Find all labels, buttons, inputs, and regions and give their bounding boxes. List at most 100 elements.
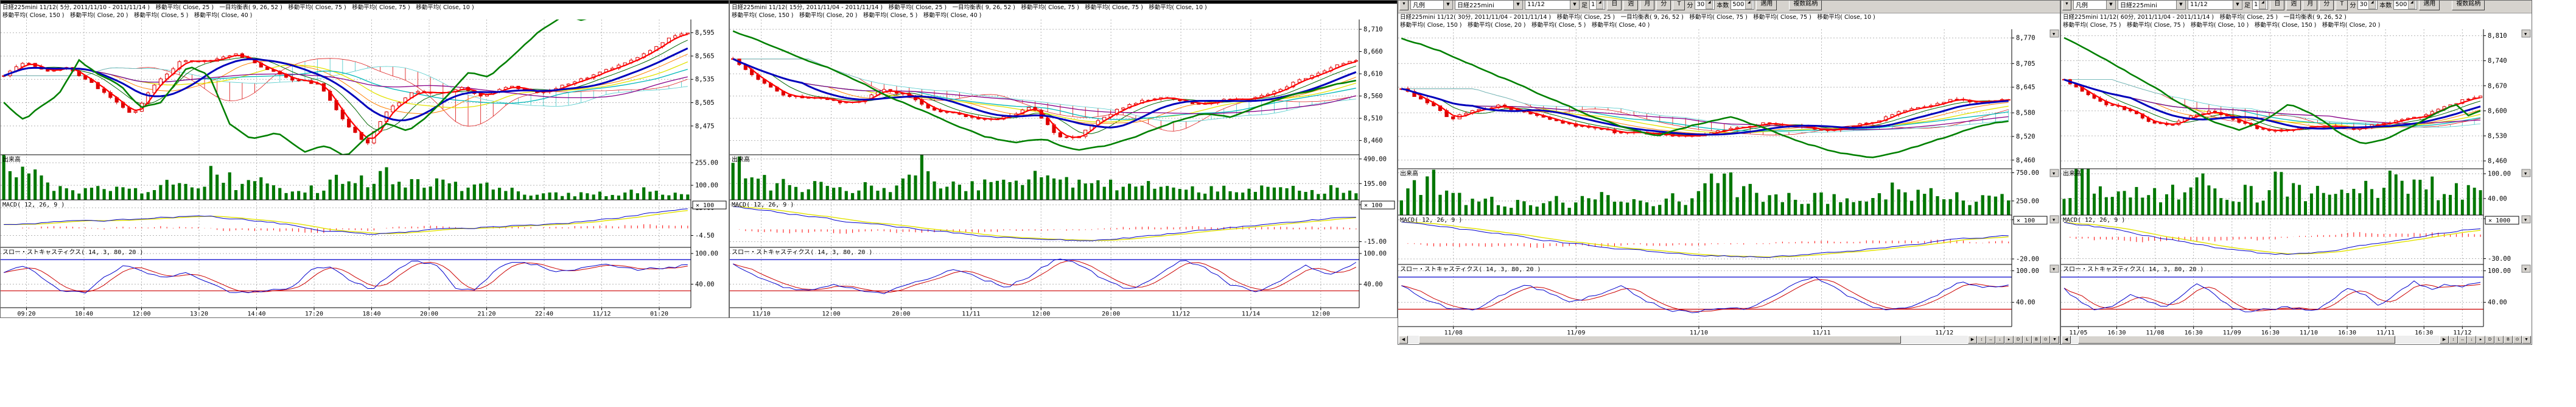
- volume-bar: [1813, 193, 1816, 215]
- volume-bar: [1115, 190, 1118, 200]
- chart-tool-button-6[interactable]: B: [2504, 336, 2513, 344]
- date-dropdown[interactable]: 11/12▼: [1525, 1, 1580, 10]
- chart-tool-button-7[interactable]: ⊙: [2041, 336, 2050, 344]
- horizontal-scrollbar[interactable]: ◀ ▶↕↔↓▸DLB⊙▼: [2062, 336, 2531, 344]
- chart-tool-button-1[interactable]: ↔: [1986, 336, 1995, 344]
- price-chart-canvas[interactable]: 11/1012:0020:0011/1112:0020:0011/1211/14…: [730, 19, 1397, 317]
- symbol-dropdown[interactable]: 日経225mini▼: [2118, 1, 2186, 10]
- stochastics-pane[interactable]: [2061, 277, 2483, 312]
- bar-value-stepper[interactable]: 1◢: [2252, 1, 2268, 10]
- macd-pane[interactable]: [2064, 222, 2480, 255]
- volume-bar: [629, 189, 632, 200]
- volume-pane[interactable]: [1400, 170, 2011, 215]
- multi-symbol-button[interactable]: 複数銘柄: [1789, 1, 1822, 10]
- bar-count-stepper[interactable]: 500◢: [2393, 1, 2417, 10]
- candle-body: [1065, 137, 1068, 138]
- apply-button[interactable]: 適用: [1756, 1, 1777, 10]
- price-chart-canvas[interactable]: 09:2010:4012:0013:2014:4017:2018:4020:00…: [1, 19, 729, 317]
- volume-bar: [373, 184, 376, 200]
- volume-pane[interactable]: [2062, 163, 2482, 215]
- chart-tool-button-7[interactable]: ⊙: [2513, 336, 2522, 344]
- volume-bar: [1406, 188, 1409, 215]
- volume-bar: [128, 189, 131, 200]
- stochastics-pane[interactable]: [730, 259, 1359, 294]
- price-pane[interactable]: [1400, 38, 2011, 157]
- volume-bar: [2437, 200, 2440, 215]
- chart-tool-button-5[interactable]: L: [2494, 336, 2504, 344]
- bar-count-stepper[interactable]: 500◢: [1731, 1, 1754, 10]
- scroll-left-button[interactable]: ◀: [1399, 336, 1408, 344]
- chart-tool-button-2[interactable]: ↓: [1995, 336, 2004, 344]
- period-button-2[interactable]: 月: [2303, 1, 2317, 10]
- volume-bar: [617, 196, 620, 200]
- chart-tool-button-8[interactable]: ▼: [2522, 336, 2531, 344]
- period-button-1[interactable]: 週: [1623, 1, 1638, 10]
- chart-tool-button-3[interactable]: ▸: [2476, 336, 2485, 344]
- price-chart-canvas[interactable]: 11/0811/0911/1011/1111/128,7708,7058,645…: [1398, 29, 2060, 336]
- scrollbar-track[interactable]: [1408, 336, 1968, 344]
- price-chart-canvas[interactable]: 11/0516:3011/0816:3011/0916:3011/1016:30…: [2061, 29, 2532, 336]
- mini-dropdown-button[interactable]: ▼: [2062, 1, 2071, 10]
- scroll-right-button[interactable]: ▶: [2440, 336, 2449, 344]
- macd-pane[interactable]: [1401, 222, 2008, 257]
- chart-tool-button-5[interactable]: L: [2023, 336, 2032, 344]
- chart-tool-button-0[interactable]: ↕: [2449, 336, 2458, 344]
- macd-line: [1401, 222, 2008, 257]
- chart-tool-button-1[interactable]: ↔: [2458, 336, 2467, 344]
- volume-bar: [2207, 185, 2210, 215]
- price-pane[interactable]: [732, 31, 1358, 150]
- volume-pane-label: 出来高: [2, 155, 21, 163]
- price-pane[interactable]: [2, 19, 690, 155]
- scroll-right-button[interactable]: ▶: [1968, 336, 1977, 344]
- volume-bar: [366, 187, 369, 200]
- bar-value-stepper[interactable]: 1◢: [1589, 1, 1605, 10]
- macd-pane[interactable]: [733, 207, 1356, 241]
- scroll-left-button[interactable]: ◀: [2062, 336, 2071, 344]
- period-button-4[interactable]: T: [1673, 1, 1685, 10]
- horizontal-scrollbar[interactable]: ◀ ▶↕↔↓▸DLB⊙▼: [1399, 336, 2059, 344]
- period-button-0[interactable]: 日: [1607, 1, 1622, 10]
- symbol-dropdown[interactable]: 日経225mini▼: [1455, 1, 1523, 10]
- period-button-3[interactable]: 分: [2319, 1, 2334, 10]
- date-dropdown[interactable]: 11/12▼: [2188, 1, 2242, 10]
- volume-multiplier: × 100: [696, 202, 714, 209]
- volume-bar: [1445, 191, 1448, 215]
- volume-bar: [1522, 201, 1525, 215]
- scrollbar-thumb[interactable]: [2078, 336, 2395, 344]
- volume-bar: [2431, 177, 2434, 215]
- period-button-2[interactable]: 月: [1640, 1, 1654, 10]
- chevron-down-icon: ▼: [2106, 1, 2115, 9]
- legend-dropdown[interactable]: 凡例▼: [2073, 1, 2116, 10]
- period-button-1[interactable]: 週: [2286, 1, 2301, 10]
- stochastics-pane[interactable]: [1, 260, 691, 293]
- macd-pane[interactable]: [4, 209, 688, 235]
- volume-bar: [1298, 191, 1301, 200]
- minute-stepper[interactable]: 30◢: [2357, 1, 2378, 10]
- minute-stepper[interactable]: 30◢: [1695, 1, 1715, 10]
- volume-pane-label: 出来高: [732, 155, 750, 163]
- price-pane[interactable]: [2062, 38, 2482, 143]
- chart-tool-button-2[interactable]: ↓: [2467, 336, 2476, 344]
- period-button-3[interactable]: 分: [1656, 1, 1671, 10]
- chart-tool-button-4[interactable]: D: [2485, 336, 2494, 344]
- legend-dropdown[interactable]: 凡例▼: [1410, 1, 1453, 10]
- apply-button[interactable]: 適用: [2419, 1, 2440, 10]
- scrollbar-track[interactable]: [2071, 336, 2440, 344]
- volume-bar: [2401, 181, 2404, 215]
- scrollbar-thumb[interactable]: [1419, 336, 1900, 344]
- volume-bar: [2129, 197, 2132, 215]
- chart-tool-button-8[interactable]: ▼: [2050, 336, 2059, 344]
- chart-tool-button-3[interactable]: ▸: [2004, 336, 2014, 344]
- chart-tool-button-0[interactable]: ↕: [1977, 336, 1986, 344]
- volume-bar: [838, 187, 841, 200]
- volume-pane[interactable]: [2, 154, 690, 200]
- period-button-4[interactable]: T: [2336, 1, 2348, 10]
- stochastics-pane[interactable]: [1398, 277, 2012, 313]
- multi-symbol-button[interactable]: 複数銘柄: [2452, 1, 2485, 10]
- minute-value: 30: [2359, 1, 2367, 8]
- volume-bar: [1413, 180, 1416, 215]
- mini-dropdown-button[interactable]: ▼: [1399, 1, 1409, 10]
- chart-tool-button-4[interactable]: D: [2014, 336, 2023, 344]
- period-button-0[interactable]: 日: [2270, 1, 2284, 10]
- chart-tool-button-6[interactable]: B: [2032, 336, 2041, 344]
